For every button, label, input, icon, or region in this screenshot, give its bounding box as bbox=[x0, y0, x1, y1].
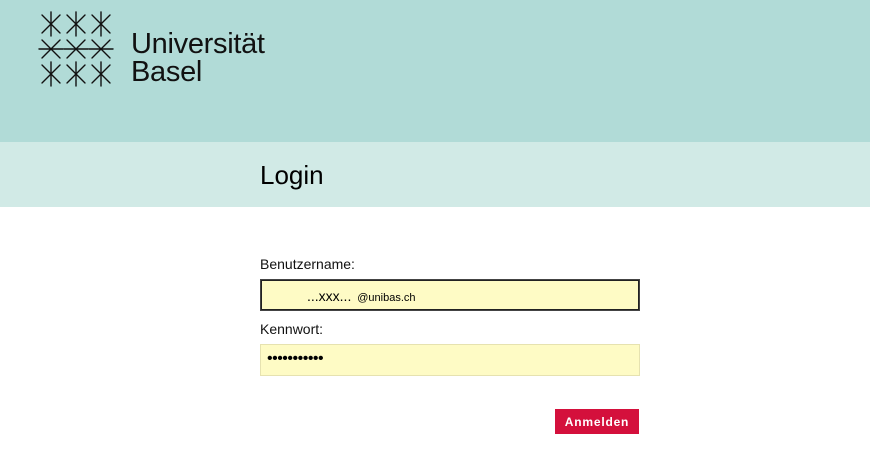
login-form: Benutzername: ...xxx... @unibas.ch Kennw… bbox=[260, 256, 640, 376]
username-value: ...xxx... @unibas.ch bbox=[307, 288, 416, 304]
university-logo-text: Universität Basel bbox=[131, 28, 265, 88]
password-label: Kennwort: bbox=[260, 321, 324, 337]
login-submit-button[interactable]: Anmelden bbox=[555, 409, 639, 434]
logo-line-2: Basel bbox=[131, 56, 203, 88]
username-input[interactable]: ...xxx... @unibas.ch bbox=[260, 279, 640, 311]
username-value-domain: @unibas.ch bbox=[357, 292, 416, 304]
page-title-bar: Login bbox=[0, 142, 870, 207]
site-header: Universität Basel bbox=[0, 0, 870, 142]
logo-line-1: Universität bbox=[131, 28, 265, 60]
university-star-emblem-icon bbox=[38, 11, 114, 87]
password-masked-value: ••••••••••• bbox=[267, 350, 324, 367]
page-title: Login bbox=[260, 160, 324, 190]
password-input[interactable]: ••••••••••• bbox=[260, 344, 640, 376]
username-value-prefix: ...xxx... bbox=[307, 288, 352, 304]
username-label: Benutzername: bbox=[260, 256, 355, 272]
